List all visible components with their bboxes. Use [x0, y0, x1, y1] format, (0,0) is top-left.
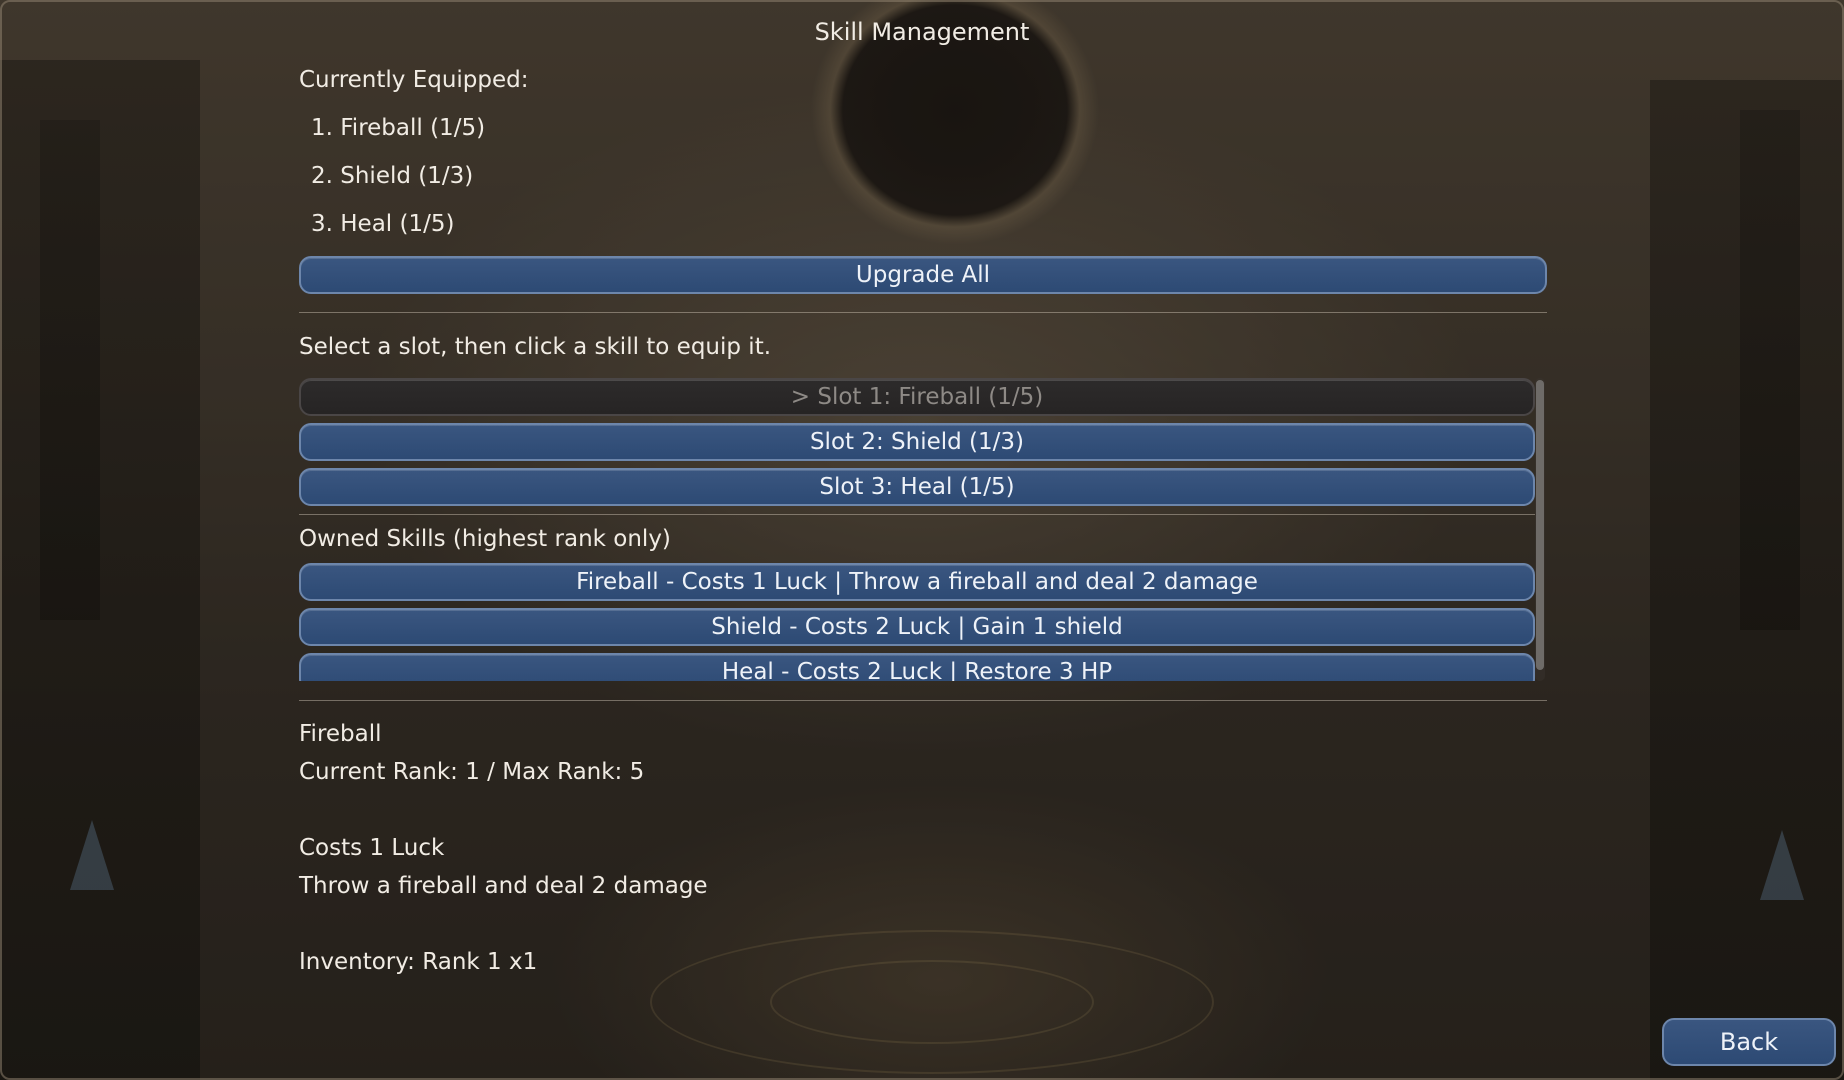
back-button[interactable]: Back [1662, 1018, 1836, 1066]
skill-detail-inventory: Inventory: Rank 1 x1 [299, 949, 538, 975]
list-divider [299, 514, 1535, 515]
scrollbar-thumb[interactable] [1536, 380, 1544, 670]
skill-detail-rank: Current Rank: 1 / Max Rank: 5 [299, 759, 645, 785]
slot-3-button[interactable]: Slot 3: Heal (1/5) [299, 468, 1535, 506]
skill-detail-name: Fireball [299, 721, 382, 747]
slot-1-button[interactable]: > Slot 1: Fireball (1/5) [299, 378, 1535, 416]
instruction-text: Select a slot, then click a skill to equ… [299, 334, 772, 360]
slot-2-button[interactable]: Slot 2: Shield (1/3) [299, 423, 1535, 461]
skill-shield-button[interactable]: Shield - Costs 2 Luck | Gain 1 shield [299, 608, 1535, 646]
equipped-item: 1. Fireball (1/5) [311, 115, 486, 141]
equipped-item: 2. Shield (1/3) [311, 163, 474, 189]
section-divider [299, 700, 1547, 701]
owned-skills-heading: Owned Skills (highest rank only) [299, 526, 671, 552]
skill-detail-cost: Costs 1 Luck [299, 835, 445, 861]
skill-detail-description: Throw a fireball and deal 2 damage [299, 873, 708, 899]
skill-heal-button[interactable]: Heal - Costs 2 Luck | Restore 3 HP [299, 653, 1535, 681]
upgrade-all-button[interactable]: Upgrade All [299, 256, 1547, 294]
section-divider [299, 312, 1547, 313]
skill-list-scroll-area[interactable]: > Slot 1: Fireball (1/5) Slot 2: Shield … [299, 378, 1547, 681]
equipped-item: 3. Heal (1/5) [311, 211, 455, 237]
page-title: Skill Management [814, 18, 1030, 46]
equipped-heading: Currently Equipped: [299, 67, 529, 93]
skill-fireball-button[interactable]: Fireball - Costs 1 Luck | Throw a fireba… [299, 563, 1535, 601]
